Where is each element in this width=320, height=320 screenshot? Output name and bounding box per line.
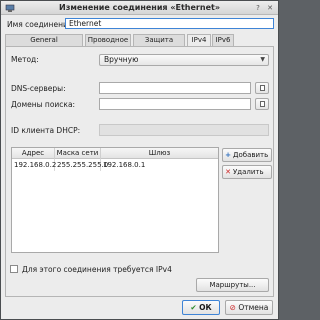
dhcp-id-label: ID клиента DHCP:: [11, 126, 81, 135]
addresses-table-header: Адрес Маска сети Шлюз: [12, 148, 218, 159]
tab-8021x[interactable]: Защита 802.1x: [133, 34, 185, 55]
addresses-table[interactable]: Адрес Маска сети Шлюз 192.168.0.2 255.25…: [11, 147, 219, 253]
ipv4-panel: Метод: Вручную ▼ DNS-серверы: Домены пои…: [5, 46, 274, 297]
method-label: Метод:: [11, 55, 39, 64]
column-address[interactable]: Адрес: [12, 148, 55, 159]
search-domains-edit-button[interactable]: [255, 98, 269, 110]
table-row[interactable]: 192.168.0.2 255.255.255.0 192.168.0.1: [12, 159, 218, 171]
dhcp-id-input: [99, 124, 269, 136]
tab-ipv6[interactable]: IPv6: [212, 34, 234, 46]
dns-edit-button[interactable]: [255, 82, 269, 94]
edit-connection-dialog: Изменение соединения «Ethernet» ? ✕ Имя …: [0, 0, 279, 320]
tab-general[interactable]: General configuration: [5, 34, 83, 55]
delete-address-button[interactable]: ✕ Удалить: [222, 165, 272, 179]
search-domains-input[interactable]: [99, 98, 251, 110]
edit-list-icon: [260, 101, 265, 107]
routes-button[interactable]: Маршруты...: [196, 278, 269, 292]
cancel-button[interactable]: ⊘ Отмена: [225, 300, 273, 315]
close-icon[interactable]: ✕: [265, 3, 275, 13]
cancel-icon: ⊘: [229, 303, 236, 312]
delete-x-icon: ✕: [225, 168, 231, 176]
delete-label: Удалить: [233, 168, 264, 176]
cell-gateway[interactable]: 192.168.0.1: [101, 159, 218, 171]
ok-label: ОК: [199, 303, 212, 312]
add-label: Добавить: [233, 151, 269, 159]
dns-label: DNS-серверы:: [11, 84, 66, 93]
titlebar: Изменение соединения «Ethernet» ? ✕: [1, 1, 278, 15]
column-netmask[interactable]: Маска сети: [55, 148, 101, 159]
cell-address[interactable]: 192.168.0.2: [12, 159, 56, 171]
search-domains-label: Домены поиска:: [11, 100, 76, 109]
plus-icon: +: [225, 151, 231, 159]
chevron-down-icon: ▼: [260, 56, 265, 63]
cell-netmask[interactable]: 255.255.255.0: [55, 159, 108, 171]
require-ipv4-label: Для этого соединения требуется IPv4: [22, 265, 172, 274]
method-select[interactable]: Вручную ▼: [99, 54, 269, 66]
tab-wired[interactable]: Проводное: [85, 34, 131, 46]
connection-name-input[interactable]: Ethernet: [65, 18, 274, 29]
ok-button[interactable]: ✔ ОК: [182, 300, 220, 315]
checkmark-icon: ✔: [190, 303, 197, 312]
dns-input[interactable]: [99, 82, 251, 94]
require-ipv4-checkbox[interactable]: [10, 265, 18, 273]
add-address-button[interactable]: + Добавить: [222, 148, 272, 162]
help-icon[interactable]: ?: [253, 3, 263, 13]
edit-list-icon: [260, 85, 265, 91]
method-value: Вручную: [104, 55, 139, 64]
column-gateway[interactable]: Шлюз: [101, 148, 218, 159]
cancel-label: Отмена: [238, 303, 269, 312]
window-title: Изменение соединения «Ethernet»: [59, 3, 220, 12]
